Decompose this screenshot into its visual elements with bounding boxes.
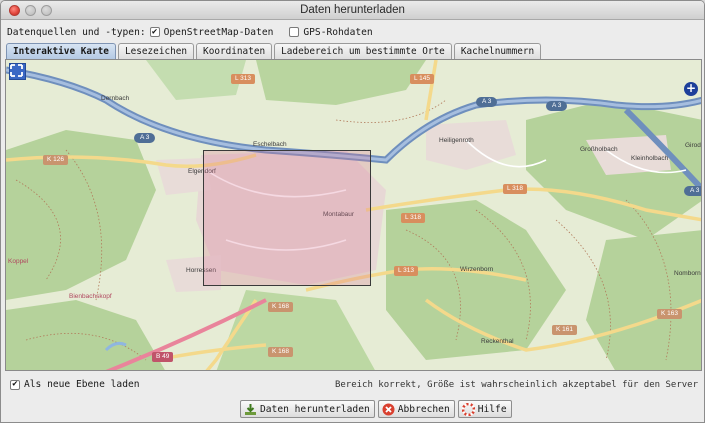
cancel-button-label: Abbrechen [397,403,450,415]
dialog-buttons: Daten herunterladen Abbrechen Hilfe [240,400,512,418]
place-label: Koppel [8,258,29,265]
place-label: Nomborn [674,270,701,277]
selected-download-area[interactable] [203,150,371,286]
road-shield: A 3 [134,133,156,143]
new-layer-label[interactable]: Als neue Ebene laden [24,379,140,390]
new-layer-option: ✔ Als neue Ebene laden [10,379,140,390]
place-label: Wirzenborn [460,266,494,273]
place-label: Großholbach [580,146,618,153]
download-icon [244,403,257,416]
place-label: Girod [685,142,701,149]
place-label: Kleinholbach [631,155,669,162]
road-shield: K 126 [43,155,68,165]
zoom-in-icon[interactable]: + [684,82,698,96]
data-sources-row: Datenquellen und -typen: ✔ OpenStreetMap… [7,25,373,39]
place-label: Reckenthal [481,338,514,345]
road-shield: B 49 [152,352,174,362]
tab-coordinates[interactable]: Koordinaten [196,43,273,59]
gps-raw-checkbox[interactable] [289,27,300,37]
road-shield: L 313 [231,74,256,84]
area-selection-tabs: Interaktive Karte Lesezeichen Koordinate… [6,43,543,59]
tab-tile-numbers[interactable]: Kachelnummern [453,43,542,59]
road-shield: L 145 [410,74,435,84]
interactive-map[interactable]: Dernbach Eschelbach Heiligenroth Großhol… [5,59,702,371]
tab-interactive-map[interactable]: Interaktive Karte [6,43,116,59]
download-button[interactable]: Daten herunterladen [240,400,375,418]
area-status-text: Bereich korrekt, Größe ist wahrscheinlic… [334,380,698,390]
help-button[interactable]: Hilfe [457,400,512,418]
road-shield: K 168 [268,302,293,312]
tab-around-places[interactable]: Ladebereich um bestimmte Orte [274,43,452,59]
fullscreen-icon[interactable] [9,63,26,80]
road-shield: K 168 [268,347,293,357]
help-icon [461,402,475,416]
road-shield: K 161 [552,325,577,335]
road-shield: L 313 [394,266,419,276]
place-label: Dernbach [101,95,130,102]
place-label: Bienbachskopf [69,293,112,300]
road-shield: L 318 [503,184,528,194]
place-label: Eschelbach [253,141,287,148]
new-layer-checkbox[interactable]: ✔ [10,379,20,390]
tab-bookmarks[interactable]: Lesezeichen [117,43,195,59]
data-sources-label: Datenquellen und -typen: [7,26,146,38]
road-shield: K 163 [657,309,682,319]
road-shield: L 318 [401,213,426,223]
window-title: Daten herunterladen [300,4,405,16]
title-bar: Daten herunterladen [1,1,704,20]
road-shield: A 3 [546,101,568,111]
cancel-icon [382,403,395,416]
road-shield: A 3 [684,186,701,196]
road-shield: A 3 [476,97,498,107]
cancel-button[interactable]: Abbrechen [377,400,455,418]
osm-data-label[interactable]: OpenStreetMap-Daten [164,27,274,38]
place-label: Heiligenroth [439,137,474,144]
download-button-label: Daten herunterladen [260,403,370,415]
osm-data-checkbox[interactable]: ✔ [149,27,160,37]
gps-raw-label[interactable]: GPS-Rohdaten [303,27,372,38]
download-dialog: Daten herunterladen Datenquellen und -ty… [0,0,705,423]
help-button-label: Hilfe [477,403,507,415]
